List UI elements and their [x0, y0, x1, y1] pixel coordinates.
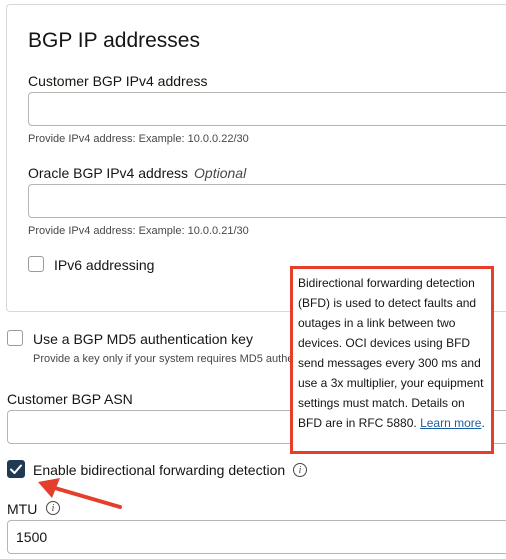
arrow-annotation [38, 478, 122, 509]
customer-bgp-ipv4-label: Customer BGP IPv4 address [28, 73, 208, 89]
customer-bgp-ipv4-input[interactable] [28, 92, 506, 126]
md5-auth-checkbox[interactable] [7, 330, 23, 346]
customer-bgp-asn-label: Customer BGP ASN [7, 391, 133, 407]
bfd-tooltip-text: Bidirectional forwarding detection (BFD)… [298, 276, 484, 430]
md5-auth-help: Provide a key only if your system requir… [33, 353, 294, 365]
learn-more-link[interactable]: Learn more [420, 416, 481, 430]
oracle-bgp-ipv4-label: Oracle BGP IPv4 address Optional [28, 165, 246, 181]
oracle-bgp-ipv4-help: Provide IPv4 address: Example: 10.0.0.21… [28, 225, 249, 237]
bfd-info-icon[interactable]: i [293, 463, 307, 477]
bgp-section-title: BGP IP addresses [28, 29, 200, 52]
oracle-bgp-ipv4-input[interactable] [28, 184, 506, 218]
optional-tag: Optional [194, 165, 247, 181]
md5-auth-label: Use a BGP MD5 authentication key [33, 331, 253, 347]
bfd-tooltip-end: . [481, 416, 485, 430]
mtu-input[interactable] [7, 520, 506, 554]
bfd-tooltip: Bidirectional forwarding detection (BFD)… [290, 266, 494, 454]
ipv6-addressing-label: IPv6 addressing [54, 257, 155, 273]
customer-bgp-ipv4-help: Provide IPv4 address: Example: 10.0.0.22… [28, 133, 249, 145]
oracle-bgp-ipv4-label-text: Oracle BGP IPv4 address [28, 165, 189, 181]
ipv6-addressing-checkbox[interactable] [28, 256, 44, 272]
